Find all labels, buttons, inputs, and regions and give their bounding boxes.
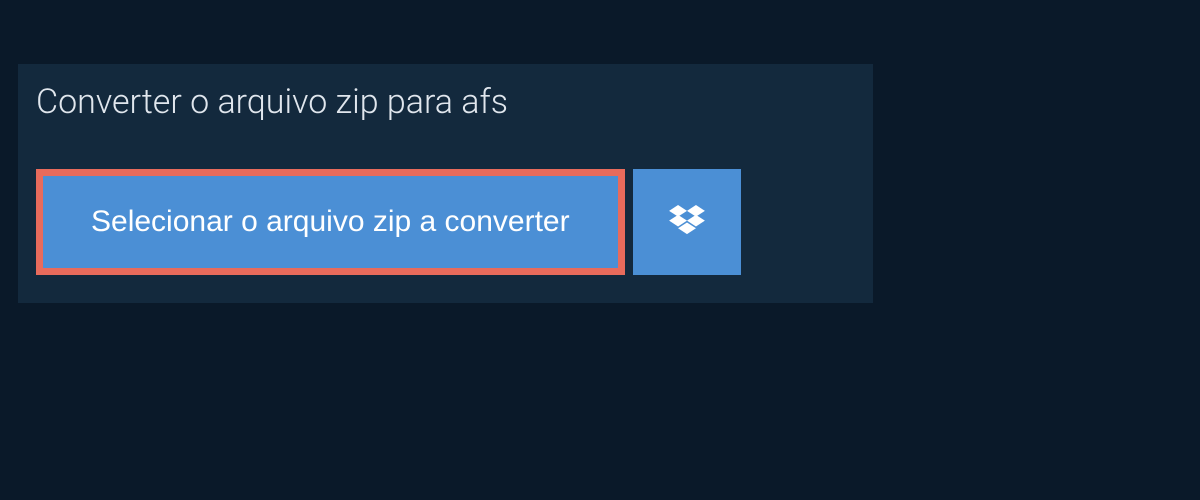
select-button-highlight: Selecionar o arquivo zip a converter bbox=[36, 169, 625, 275]
select-file-label: Selecionar o arquivo zip a converter bbox=[91, 205, 570, 238]
converter-panel: Converter o arquivo zip para afs Selecio… bbox=[18, 64, 873, 303]
converter-tab[interactable]: Converter o arquivo zip para afs bbox=[18, 64, 536, 145]
button-row: Selecionar o arquivo zip a converter bbox=[36, 169, 873, 275]
dropbox-button[interactable] bbox=[633, 169, 741, 275]
tab-title: Converter o arquivo zip para afs bbox=[36, 82, 508, 122]
select-file-button[interactable]: Selecionar o arquivo zip a converter bbox=[43, 176, 618, 268]
dropbox-icon bbox=[669, 205, 705, 239]
